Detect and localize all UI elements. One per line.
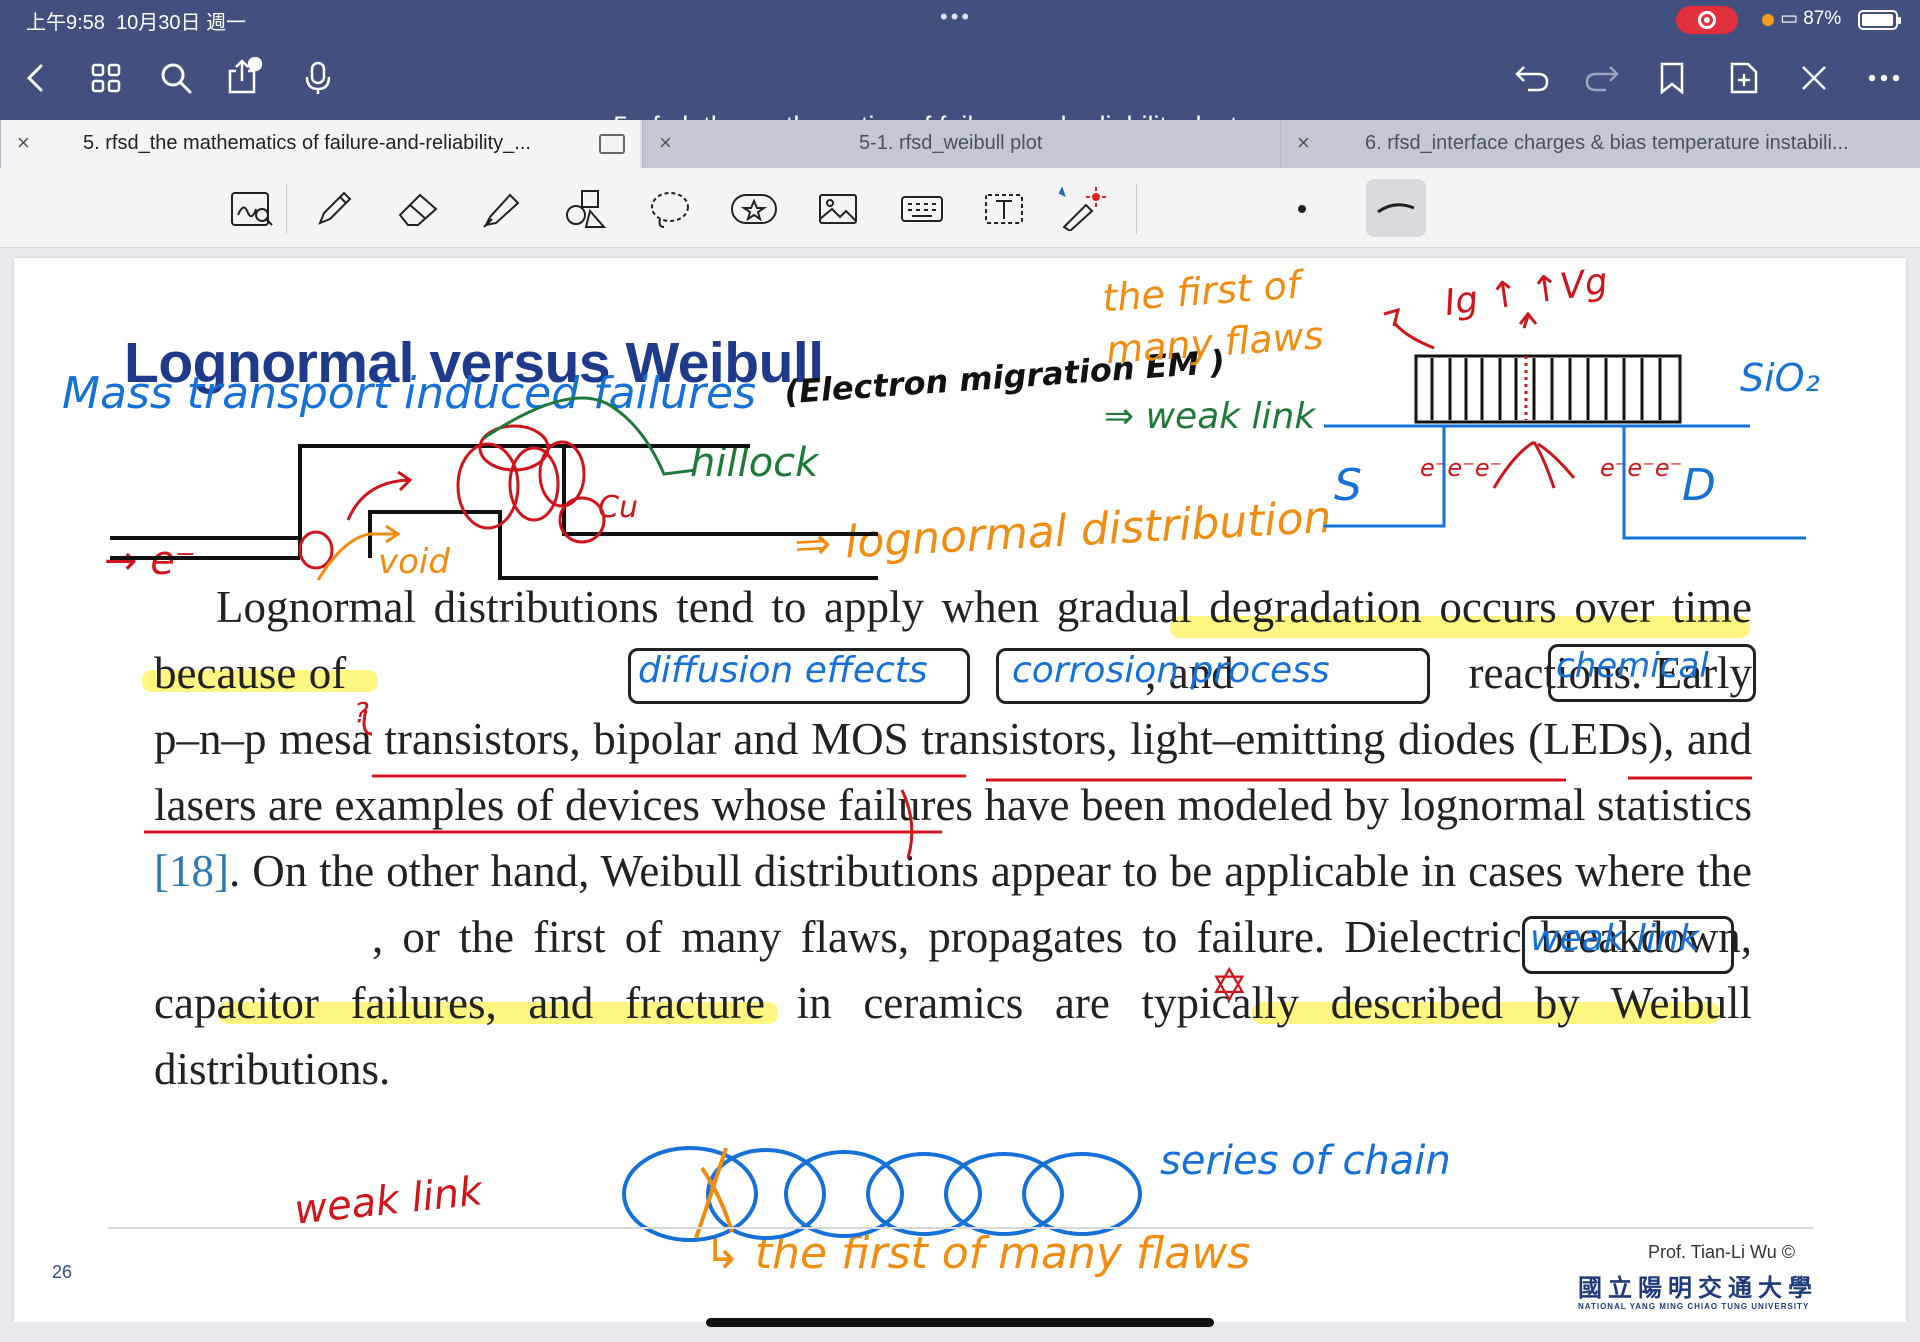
red-underlines: [144, 709, 1752, 859]
app-header: 上午9:58 10月30日 週一 ••• ▭ 87% 5. rfsd_the m…: [0, 0, 1920, 141]
pdf-page[interactable]: Lognormal versus Weibull Lognormal distr…: [14, 258, 1906, 1322]
tab-bar: × 5. rfsd_the mathematics of failure-and…: [0, 120, 1920, 168]
multitask-dots[interactable]: •••: [940, 4, 972, 30]
split-view-icon[interactable]: [599, 134, 625, 154]
mosfet-diagram: [1324, 424, 1806, 540]
university-logo: 國立陽明交通大學: [1578, 1275, 1818, 1302]
highlighter-icon[interactable]: [474, 184, 530, 234]
undo-icon[interactable]: [1510, 56, 1554, 100]
tab-doc-5[interactable]: × 5. rfsd_the mathematics of failure-and…: [0, 120, 640, 168]
sticker-icon[interactable]: [726, 184, 782, 234]
page-number: 26: [52, 1262, 73, 1282]
status-datetime: 上午9:58 10月30日 週一: [26, 12, 247, 34]
pen-icon[interactable]: [306, 184, 362, 234]
close-icon[interactable]: ×: [17, 120, 30, 166]
eraser-icon[interactable]: [390, 184, 446, 234]
text-box-icon[interactable]: [976, 184, 1032, 234]
home-indicator[interactable]: [706, 1318, 1214, 1327]
screen-record-icon[interactable]: [1676, 6, 1738, 34]
status-bar: 上午9:58 10月30日 週一 ••• ▭ 87%: [0, 0, 1920, 40]
add-page-icon[interactable]: [1722, 56, 1766, 100]
annotation-toolbar: [0, 168, 1920, 248]
more-icon[interactable]: [1862, 56, 1906, 100]
ink-drawings: [108, 307, 1814, 1242]
close-icon[interactable]: ×: [659, 120, 672, 166]
nav-row: 5. rfsd_the mathematics of failure-and-r…: [0, 50, 1920, 141]
void-arrow: [316, 524, 401, 581]
back-icon[interactable]: [14, 56, 58, 100]
grid-view-icon[interactable]: [84, 56, 128, 100]
image-icon[interactable]: [810, 184, 866, 234]
battery-percent: ▭ 87%: [1780, 8, 1842, 29]
lasso-icon[interactable]: [642, 184, 698, 234]
battery-icon: [1858, 10, 1901, 30]
credit-text: Prof. Tian-Li Wu ©: [1648, 1242, 1795, 1262]
pen-stroke-style-icon[interactable]: [1366, 179, 1426, 237]
close-toolbar-icon[interactable]: [1792, 56, 1836, 100]
gate-leakage-arrows: [1383, 307, 1576, 489]
bookmark-icon[interactable]: [1650, 56, 1694, 100]
university-logo-en: NATIONAL YANG MING CHIAO TUNG UNIVERSITY: [1578, 1302, 1810, 1311]
tab-doc-5-1[interactable]: × 5-1. rfsd_weibull plot: [642, 120, 1280, 168]
tab-doc-6[interactable]: × 6. rfsd_interface charges & bias tempe…: [1280, 120, 1920, 168]
microphone-icon[interactable]: [296, 56, 340, 100]
mic-indicator-icon: [1762, 14, 1774, 26]
laser-pointer-icon[interactable]: [1054, 184, 1110, 234]
close-icon[interactable]: ×: [1297, 120, 1310, 166]
handwriting-zoom-icon[interactable]: [224, 184, 280, 234]
search-icon[interactable]: [154, 56, 198, 100]
share-icon[interactable]: [222, 54, 266, 98]
pen-size-dot-icon[interactable]: [1274, 184, 1330, 234]
gate-stack: [1414, 354, 1682, 424]
keyboard-icon[interactable]: [894, 184, 950, 234]
redo-icon[interactable]: [1580, 56, 1624, 100]
shapes-icon[interactable]: [558, 184, 614, 234]
